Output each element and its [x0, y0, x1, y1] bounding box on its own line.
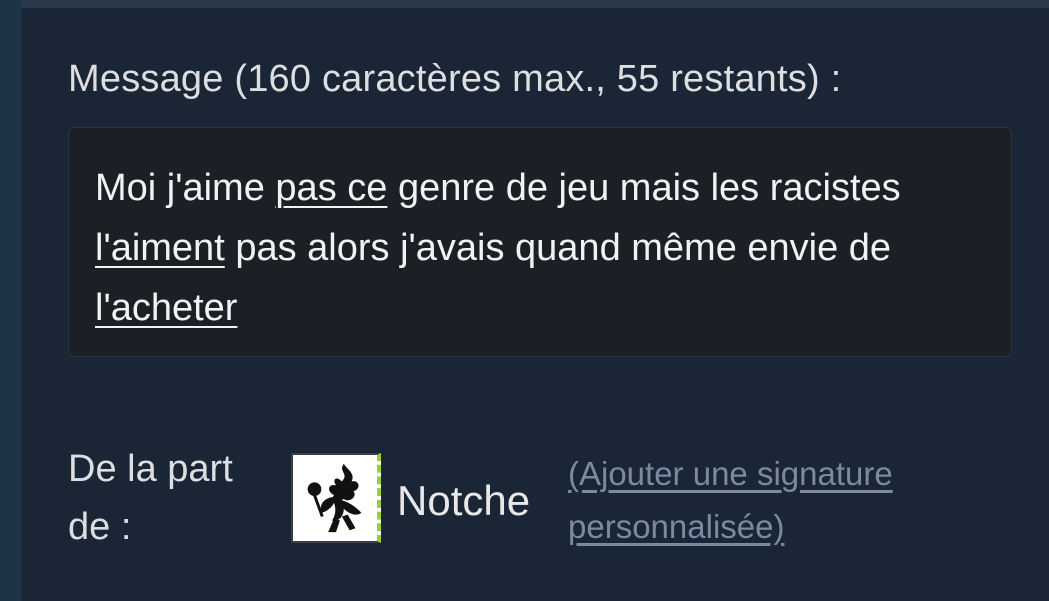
underlined-word: l'acheter: [95, 287, 238, 329]
underlined-word: pas ce: [275, 167, 388, 209]
add-signature-link[interactable]: (Ajouter une signature personnalisée): [568, 447, 968, 553]
sender-name: Notche: [397, 477, 531, 524]
underlined-word: l'aiment: [95, 227, 225, 269]
message-textarea[interactable]: Moi j'aime pas ce genre de jeu mais les …: [68, 127, 1012, 357]
top-bar: [0, 0, 1049, 8]
black-flower-silhouette-icon: [293, 456, 377, 540]
left-edge-strip: [0, 0, 22, 601]
sender-avatar: [291, 453, 381, 543]
message-label: Message (160 caractères max., 55 restant…: [68, 58, 842, 100]
from-label: De la part de :: [68, 448, 233, 548]
message-text-segment: Moi j'aime: [95, 167, 276, 209]
message-text-segment: pas alors j'avais quand même envie de: [224, 227, 892, 269]
message-text-segment: genre de jeu mais les racistes: [387, 167, 901, 209]
